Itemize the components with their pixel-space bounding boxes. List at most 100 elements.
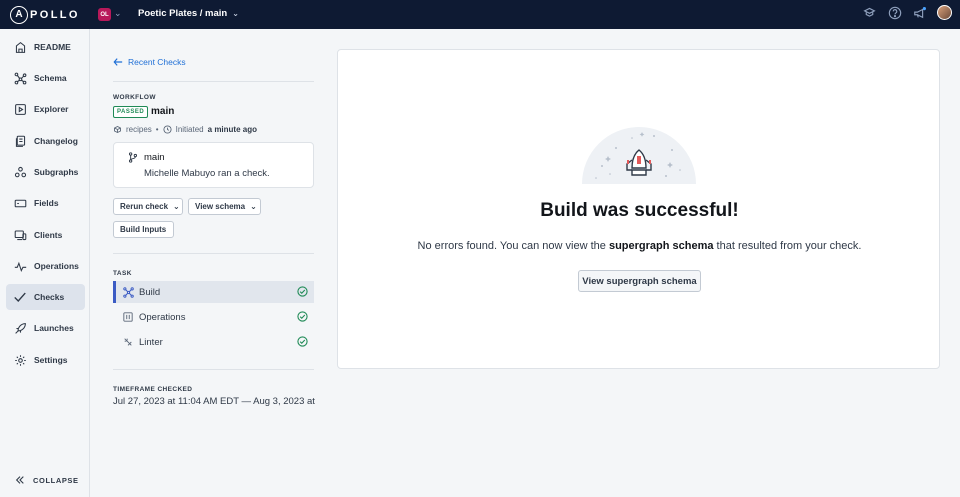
clock-icon bbox=[163, 125, 172, 134]
build-result-panel: Build was successful! No errors found. Y… bbox=[337, 49, 940, 369]
recent-checks-label: Recent Checks bbox=[128, 57, 186, 67]
sidebar-item-clients[interactable]: Clients bbox=[6, 222, 85, 248]
sidebar-item-label: Schema bbox=[34, 73, 67, 83]
sidebar-item-settings[interactable]: Settings bbox=[6, 347, 85, 373]
sidebar-item-label: Changelog bbox=[34, 136, 78, 146]
timeframe-value: Jul 27, 2023 at 11:04 AM EDT — Aug 3, 20… bbox=[113, 396, 318, 407]
chevron-down-icon: ⌄ bbox=[250, 202, 257, 211]
build-inputs-button[interactable]: Build Inputs bbox=[113, 221, 174, 238]
check-summary-card: main Michelle Mabuyo ran a check. bbox=[113, 142, 314, 188]
double-chevron-left-icon bbox=[15, 476, 24, 484]
success-desc-suffix: that resulted from your check. bbox=[713, 240, 862, 252]
success-desc-prefix: No errors found. You can now view the bbox=[417, 240, 609, 252]
checks-icon bbox=[13, 290, 27, 304]
fields-icon bbox=[13, 196, 27, 210]
arrow-left-icon bbox=[113, 58, 123, 66]
sidebar-item-label: Subgraphs bbox=[34, 167, 79, 177]
sidebar-item-label: Fields bbox=[34, 198, 59, 208]
clients-icon bbox=[13, 228, 27, 242]
settings-icon bbox=[13, 353, 27, 367]
success-description: No errors found. You can now view the su… bbox=[338, 240, 941, 252]
workflow-label: WORKFLOW bbox=[113, 94, 156, 101]
announcements-icon[interactable] bbox=[912, 5, 927, 20]
task-item-build[interactable]: Build bbox=[113, 281, 314, 303]
operations-icon bbox=[13, 259, 27, 273]
success-title: Build was successful! bbox=[540, 200, 739, 221]
branch-name: main bbox=[144, 152, 165, 163]
apollo-logo-mark: A bbox=[10, 5, 28, 24]
build-icon bbox=[122, 286, 134, 298]
initiated-label: Initiated bbox=[175, 125, 204, 134]
view-schema-button[interactable]: View schema ⌄ bbox=[188, 198, 261, 215]
recent-checks-link[interactable]: Recent Checks bbox=[113, 57, 186, 67]
timeframe-label: TIMEFRAME CHECKED bbox=[113, 386, 193, 393]
build-inputs-label: Build Inputs bbox=[120, 225, 167, 234]
sidebar-item-readme[interactable]: README bbox=[6, 34, 85, 60]
view-supergraph-schema-button[interactable]: View supergraph schema bbox=[578, 270, 701, 292]
supergraph-schema-emphasis: supergraph schema bbox=[608, 240, 714, 252]
learn-icon[interactable] bbox=[862, 5, 877, 20]
sidebar: README Schema Explorer Changelog Subgrap… bbox=[0, 29, 90, 497]
readme-icon bbox=[13, 40, 27, 54]
rocket-illustration bbox=[582, 127, 696, 184]
check-circle-icon bbox=[297, 336, 308, 347]
org-chevron-down-icon[interactable]: ⌄ bbox=[114, 8, 122, 19]
sidebar-item-label: README bbox=[34, 42, 71, 52]
sidebar-item-label: Checks bbox=[34, 292, 65, 302]
operations-task-icon bbox=[122, 311, 134, 323]
task-label-text: Linter bbox=[139, 336, 163, 348]
chevron-down-icon: ⌄ bbox=[173, 202, 180, 211]
git-branch-icon bbox=[128, 152, 138, 163]
initiated-time: a minute ago bbox=[207, 125, 257, 134]
sidebar-item-subgraphs[interactable]: Subgraphs bbox=[6, 159, 85, 185]
rerun-check-label: Rerun check bbox=[120, 202, 169, 211]
graph-title: Poetic Plates / main bbox=[138, 8, 228, 19]
collapse-label: COLLAPSE bbox=[33, 475, 79, 485]
divider bbox=[113, 81, 314, 82]
task-label-text: Build bbox=[139, 286, 161, 298]
status-badge: PASSED bbox=[113, 106, 149, 118]
sidebar-item-label: Explorer bbox=[34, 104, 69, 114]
check-author-message: Michelle Mabuyo ran a check. bbox=[144, 168, 270, 179]
task-label-text: Operations bbox=[139, 311, 186, 323]
variant-name: recipes bbox=[126, 125, 152, 134]
user-avatar[interactable] bbox=[937, 5, 952, 20]
top-bar: A POLLO OL ⌄ Poetic Plates / main ⌄ bbox=[0, 0, 960, 29]
linter-icon bbox=[122, 336, 134, 348]
sidebar-item-label: Settings bbox=[34, 355, 68, 365]
workflow-name: main bbox=[151, 106, 175, 117]
changelog-icon bbox=[13, 134, 27, 148]
task-item-operations[interactable]: Operations bbox=[113, 306, 314, 328]
collapse-button[interactable]: COLLAPSE bbox=[15, 475, 79, 485]
sidebar-item-label: Operations bbox=[34, 261, 79, 271]
view-schema-label: View schema bbox=[195, 202, 246, 211]
check-circle-icon bbox=[297, 311, 308, 322]
sidebar-item-label: Clients bbox=[34, 230, 63, 240]
sidebar-item-checks[interactable]: Checks bbox=[6, 284, 85, 310]
chevron-down-icon: ⌄ bbox=[232, 9, 239, 18]
sidebar-item-fields[interactable]: Fields bbox=[6, 190, 85, 216]
graph-switcher[interactable]: Poetic Plates / main ⌄ bbox=[138, 8, 239, 19]
sidebar-item-explorer[interactable]: Explorer bbox=[6, 96, 85, 122]
task-label: TASK bbox=[113, 270, 132, 277]
workflow-meta: recipes • Initiated a minute ago bbox=[113, 125, 257, 134]
explorer-icon bbox=[13, 102, 27, 116]
variant-icon bbox=[114, 125, 121, 134]
help-icon[interactable] bbox=[887, 5, 902, 20]
rerun-check-button[interactable]: Rerun check ⌄ bbox=[113, 198, 183, 215]
sidebar-item-schema[interactable]: Schema bbox=[6, 65, 85, 91]
sidebar-item-operations[interactable]: Operations bbox=[6, 253, 85, 279]
branch-row: main bbox=[128, 152, 165, 163]
task-item-linter[interactable]: Linter bbox=[113, 331, 314, 353]
check-details-panel: Recent Checks WORKFLOW PASSED main recip… bbox=[91, 29, 335, 497]
schema-icon bbox=[13, 71, 27, 85]
launches-icon bbox=[13, 321, 27, 335]
apollo-logo[interactable]: A POLLO bbox=[10, 5, 80, 24]
apollo-logo-text: POLLO bbox=[30, 8, 80, 21]
subgraphs-icon bbox=[13, 165, 27, 179]
sidebar-item-launches[interactable]: Launches bbox=[6, 315, 85, 341]
dot-separator: • bbox=[155, 125, 159, 134]
org-avatar[interactable]: OL bbox=[98, 8, 111, 21]
sidebar-item-label: Launches bbox=[34, 323, 74, 333]
sidebar-item-changelog[interactable]: Changelog bbox=[6, 128, 85, 154]
